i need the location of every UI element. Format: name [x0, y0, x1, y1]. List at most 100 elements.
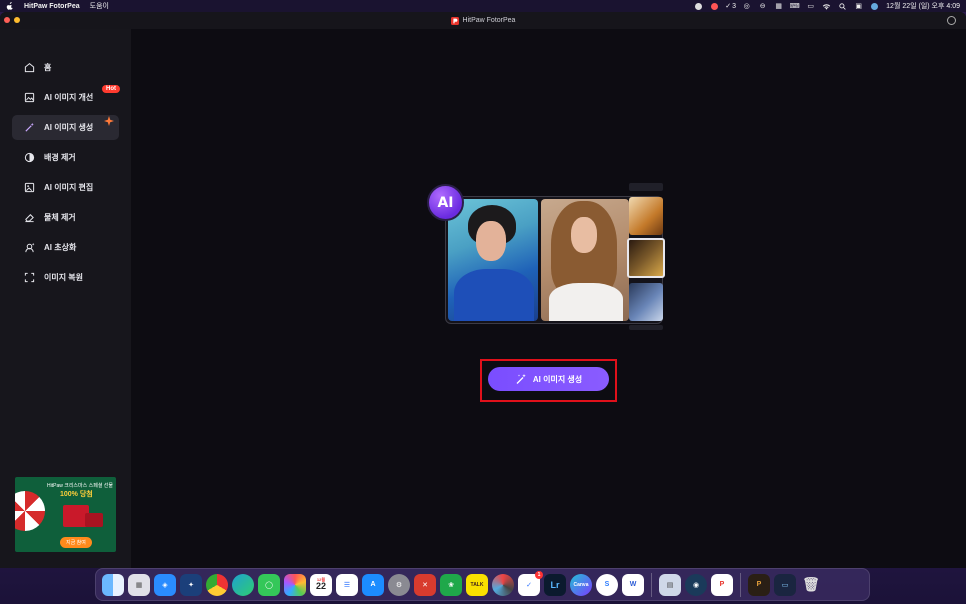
edge-icon[interactable]: [232, 573, 254, 596]
evernote-icon[interactable]: ❀: [440, 573, 462, 596]
sidebar-item-ai-portrait[interactable]: AI 초상화: [12, 235, 119, 260]
generate-image-label: AI 이미지 생성: [532, 374, 583, 384]
tasks-count: 3: [732, 2, 737, 10]
promo-banner[interactable]: HitPaw 크리스마스 스페셜 선물 100% 당첨 지금 참여: [15, 477, 116, 552]
record-status-icon[interactable]: [710, 2, 719, 10]
remote-desktop-icon[interactable]: ✕: [414, 573, 436, 596]
notification-badge: 1: [535, 570, 543, 579]
thumbnail-stub: [629, 183, 663, 191]
account-icon[interactable]: [947, 16, 956, 25]
sidebar-item-object-remove[interactable]: 물체 제거: [12, 205, 119, 230]
ai-badge: AI: [427, 184, 464, 221]
menubar-help[interactable]: 도움이: [90, 1, 109, 11]
sidebar-item-label: 이미지 복원: [44, 273, 84, 282]
cast-status-icon[interactable]: ◎: [742, 3, 751, 10]
sidebar-item-label: 배경 제거: [44, 153, 76, 162]
sidebar-item-label: AI 이미지 편집: [44, 183, 94, 192]
fotorpea-dock-icon[interactable]: P: [711, 573, 733, 596]
sample-thumbnail-art: [627, 238, 665, 278]
app-store-icon[interactable]: A: [362, 573, 384, 596]
calendar-icon[interactable]: 12월 22: [310, 573, 332, 596]
app-window: HitPaw FotorPea 홈 AI 이미지 개선 Hot AI 이미지 생…: [0, 12, 966, 568]
quicktime-icon[interactable]: ◉: [685, 573, 707, 596]
thumbnail-stub: [629, 325, 663, 330]
window-title: HitPaw FotorPea: [462, 17, 516, 24]
image-edit-icon: [24, 182, 35, 193]
sample-thumbnail-perfume: [629, 197, 663, 235]
recent-screenshot-icon[interactable]: ▭: [774, 573, 796, 596]
sparkle-icon: [104, 116, 114, 126]
sample-image-boy: [448, 199, 538, 321]
messages-icon[interactable]: ◯: [258, 573, 280, 596]
preview-icon[interactable]: ▤: [659, 573, 681, 596]
kakaotalk-icon[interactable]: TALK: [466, 573, 488, 596]
vpn-status-icon[interactable]: ⊖: [758, 3, 767, 10]
calendar-day: 22: [315, 581, 326, 591]
generation-showcase: AI: [427, 182, 665, 330]
image-enhance-icon: [24, 92, 35, 103]
control-center-icon[interactable]: ▣: [854, 3, 863, 10]
status-area: ✓ 3 ◎ ⊖ ▦ ⌨ ▭ ▣ 12월 22일 (일) 오후 4:09: [694, 1, 960, 11]
recent-fotorpea-icon[interactable]: P: [748, 573, 770, 596]
promo-button[interactable]: 지금 참여: [60, 537, 92, 548]
apple-icon[interactable]: [6, 2, 14, 10]
spotlight-search-icon[interactable]: [838, 2, 847, 10]
chat-status-icon[interactable]: [694, 2, 703, 10]
generate-image-button[interactable]: AI 이미지 생성: [488, 367, 609, 391]
wifi-icon[interactable]: [822, 3, 831, 10]
gift-box-graphic: [85, 513, 103, 527]
sidebar-item-image-generate[interactable]: AI 이미지 생성: [12, 115, 119, 140]
bird-app-icon[interactable]: ✦: [180, 573, 202, 596]
finder-icon[interactable]: [102, 573, 124, 596]
sidebar-item-label: AI 초상화: [44, 243, 77, 252]
dock: ▦ ◈ ✦ ◯ 12월 22 ☰ A ⚙ ✕ ❀ TALK ✓ 1 Lr Can…: [95, 568, 870, 601]
close-window-button[interactable]: [4, 17, 10, 23]
sidebar-item-label: AI 이미지 개선: [44, 93, 94, 102]
menubar-app-name[interactable]: HitPaw FotorPea: [24, 3, 80, 10]
sidebar: 홈 AI 이미지 개선 Hot AI 이미지 생성 배경 제거 AI 이미지 편…: [0, 29, 131, 568]
restore-icon: [24, 272, 35, 283]
sidebar-item-image-enhance[interactable]: AI 이미지 개선 Hot: [12, 85, 120, 110]
title-bar: HitPaw FotorPea: [0, 12, 966, 29]
launchpad-icon[interactable]: ▦: [128, 573, 150, 596]
sidebar-item-home[interactable]: 홈: [12, 55, 119, 80]
sidebar-item-image-restore[interactable]: 이미지 복원: [12, 265, 119, 290]
sidebar-item-background-remove[interactable]: 배경 제거: [12, 145, 119, 170]
chrome-icon[interactable]: [206, 573, 228, 596]
magic-wand-icon: [515, 373, 527, 385]
prize-wheel-graphic: [15, 491, 45, 531]
siri-icon[interactable]: [870, 2, 879, 10]
safari-icon[interactable]: ◈: [154, 573, 176, 596]
menu-bar: HitPaw FotorPea 도움이 ✓ 3 ◎ ⊖ ▦ ⌨ ▭ ▣ 12월 2…: [0, 0, 966, 12]
trash-icon[interactable]: 🗑: [800, 574, 822, 596]
magic-wand-icon: [24, 122, 35, 133]
sidebar-nav: 홈 AI 이미지 개선 Hot AI 이미지 생성 배경 제거 AI 이미지 편…: [0, 29, 131, 290]
keyboard-status-icon[interactable]: ⌨: [790, 3, 800, 10]
window-controls: [4, 17, 20, 23]
promo-title: HitPaw 크리스마스 스페셜 선물: [47, 483, 114, 489]
activity-icon[interactable]: [492, 573, 514, 596]
canva-icon[interactable]: Canva: [570, 573, 592, 596]
sample-image-woman: [541, 199, 629, 321]
system-settings-icon[interactable]: ⚙: [388, 573, 410, 596]
grid-status-icon[interactable]: ▦: [774, 3, 783, 10]
sidebar-item-label: 물체 제거: [44, 213, 76, 222]
dock-separator: [651, 572, 652, 597]
menubar-clock[interactable]: 12월 22일 (일) 오후 4:09: [886, 1, 960, 11]
word-icon[interactable]: W: [622, 573, 644, 596]
dock-separator: [740, 572, 741, 597]
lightroom-icon[interactable]: Lr: [544, 573, 566, 596]
background-remove-icon: [24, 152, 35, 163]
reminders-icon[interactable]: ☰: [336, 573, 358, 596]
promo-headline: 100% 당첨: [60, 491, 93, 498]
hot-badge: Hot: [102, 85, 120, 93]
battery-icon[interactable]: ▭: [806, 3, 815, 10]
scrivener-icon[interactable]: S: [596, 573, 618, 596]
eraser-icon: [24, 212, 35, 223]
photos-icon[interactable]: [284, 573, 306, 596]
sidebar-item-image-edit[interactable]: AI 이미지 편집: [12, 175, 119, 200]
minimize-window-button[interactable]: [14, 17, 20, 23]
tasks-status-icon[interactable]: ✓ 3: [725, 2, 737, 11]
tasks-app-icon[interactable]: ✓ 1: [518, 570, 543, 596]
fotorpea-logo-icon: [450, 16, 459, 25]
